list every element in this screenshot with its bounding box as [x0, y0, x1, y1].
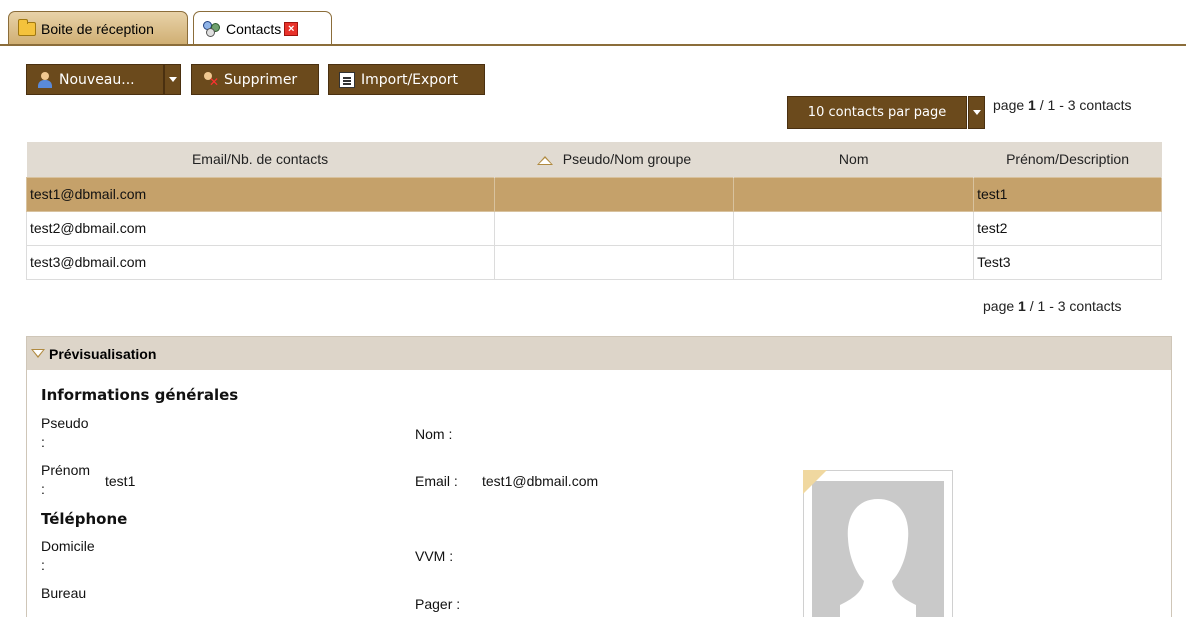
- column-header-email-label: Email/Nb. de contacts: [191, 151, 329, 168]
- email-value: test1@dbmail.com: [482, 473, 599, 489]
- table-cell: test2@dbmail.com: [26, 210, 495, 246]
- domicile-colon: :: [41, 557, 45, 573]
- contact-photo[interactable]: [803, 470, 953, 617]
- delete-label: Supprimer: [224, 71, 298, 88]
- table-cell: test1@dbmail.com: [26, 176, 495, 212]
- chevron-down-icon: [31, 349, 45, 358]
- pager-current-page: 1: [1028, 97, 1036, 113]
- table-cell: [493, 176, 735, 212]
- pseudo-label: Pseudo: [41, 415, 89, 431]
- preview-title: Prévisualisation: [49, 345, 157, 362]
- document-icon: [339, 71, 355, 88]
- phone-heading: Téléphone: [41, 510, 128, 528]
- table-cell: Test3: [973, 244, 1162, 280]
- column-header-nom-label: Nom: [838, 151, 869, 168]
- tab-contacts-label: Contacts: [226, 21, 282, 37]
- vvm-label: VVM :: [415, 548, 454, 564]
- email-label: Email :: [415, 473, 458, 489]
- pager-bottom: page 1 / 1 - 3 contacts: [983, 298, 1122, 314]
- table-cell: [733, 244, 975, 280]
- tab-inbox[interactable]: Boite de réception: [8, 11, 188, 45]
- domicile-label: Domicile: [41, 538, 95, 554]
- import-export-label: Import/Export: [361, 71, 459, 88]
- user-icon: [37, 71, 53, 88]
- new-contact-dropdown[interactable]: [164, 64, 181, 95]
- table-cell: test1: [973, 176, 1162, 212]
- pager-prefix: page: [983, 298, 1019, 314]
- table-row[interactable]: test1@dbmail.com test1: [26, 176, 1162, 212]
- per-page-label: 10 contacts par page: [807, 105, 947, 120]
- tab-bar: Boite de réception Contacts ×: [0, 0, 1186, 46]
- prenom-value: test1: [105, 473, 136, 489]
- column-header-pseudo-label: Pseudo/Nom groupe: [562, 151, 692, 168]
- table-header-row: Email/Nb. de contacts Pseudo/Nom groupe …: [26, 142, 1162, 177]
- prenom-label: Prénom: [41, 462, 91, 478]
- tab-inbox-label: Boite de réception: [41, 20, 154, 37]
- person-silhouette-icon: [812, 481, 944, 617]
- contacts-icon: [202, 20, 222, 38]
- column-header-prenom-label: Prénom/Description: [1006, 151, 1129, 168]
- delete-button[interactable]: Supprimer: [191, 64, 319, 95]
- table-cell: [733, 176, 975, 212]
- tab-divider: [0, 44, 1186, 46]
- preview-header[interactable]: Prévisualisation: [27, 337, 1171, 370]
- table-cell: test2: [973, 210, 1162, 246]
- folder-icon: [17, 18, 37, 38]
- tab-contacts[interactable]: Contacts ×: [193, 11, 332, 46]
- prenom-colon: :: [41, 481, 45, 497]
- general-info-heading: Informations générales: [41, 386, 239, 404]
- column-header-prenom[interactable]: Prénom/Description: [973, 142, 1162, 177]
- table-row[interactable]: test3@dbmail.com Test3: [26, 244, 1162, 280]
- pager-top: page 1 / 1 - 3 contacts: [993, 97, 1132, 113]
- table-cell: test3@dbmail.com: [26, 244, 495, 280]
- delete-user-icon: [202, 71, 219, 89]
- table-cell: [493, 210, 735, 246]
- bureau-label: Bureau: [41, 585, 87, 601]
- pager-suffix: / 1 - 3 contacts: [1025, 298, 1122, 314]
- column-header-pseudo[interactable]: Pseudo/Nom groupe: [494, 142, 735, 177]
- table-cell: [733, 210, 975, 246]
- import-export-button[interactable]: Import/Export: [328, 64, 485, 95]
- pseudo-colon: :: [41, 434, 45, 450]
- contacts-table: Email/Nb. de contacts Pseudo/Nom groupe …: [26, 142, 1162, 280]
- sort-ascending-icon: [536, 156, 553, 166]
- pager-current-page: 1: [1018, 298, 1026, 314]
- new-contact-button[interactable]: Nouveau...: [26, 64, 164, 95]
- pager-prefix: page: [993, 97, 1029, 113]
- pager-field-label: Pager :: [415, 596, 461, 612]
- close-icon[interactable]: ×: [284, 22, 299, 36]
- column-header-nom[interactable]: Nom: [733, 142, 975, 177]
- new-contact-label: Nouveau...: [59, 71, 135, 88]
- preview-panel: Prévisualisation: [26, 336, 1172, 617]
- per-page-dropdown[interactable]: [968, 96, 985, 129]
- table-cell: [493, 244, 735, 280]
- column-header-email[interactable]: Email/Nb. de contacts: [26, 142, 495, 177]
- per-page-select[interactable]: 10 contacts par page: [787, 96, 967, 129]
- nom-label: Nom :: [415, 426, 453, 442]
- photo-corner-fold: [803, 470, 827, 494]
- avatar: [812, 481, 944, 617]
- table-row[interactable]: test2@dbmail.com test2: [26, 210, 1162, 246]
- pager-suffix: / 1 - 3 contacts: [1035, 97, 1132, 113]
